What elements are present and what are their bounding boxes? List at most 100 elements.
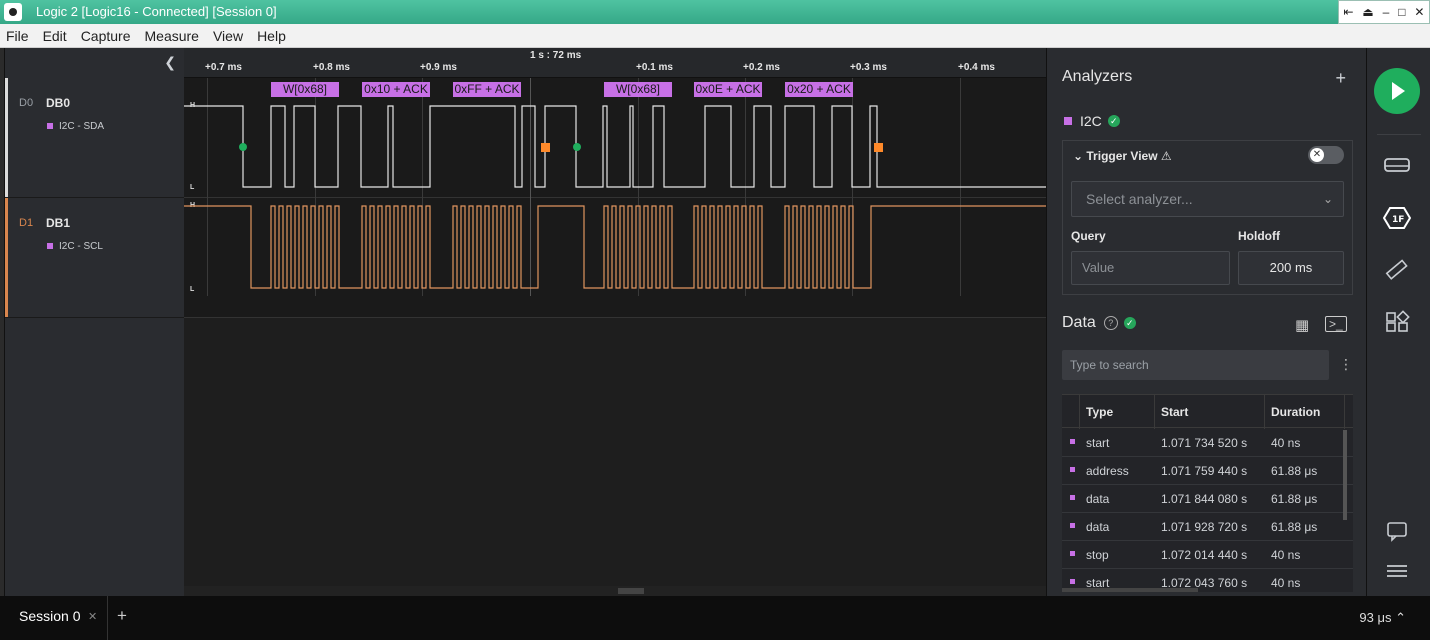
decoded-label[interactable]: 0x20 + ACK	[785, 82, 853, 97]
waveform-scrollbar[interactable]	[184, 586, 1046, 596]
analyzer-name: I2C	[1080, 113, 1102, 129]
cell-start: 1.071 734 520 s	[1161, 436, 1248, 450]
decoded-label[interactable]: W[0x68]	[604, 82, 672, 97]
time-ruler[interactable]: 1 s : 72 ms +0.7 ms +0.8 ms +0.9 ms +0.1…	[184, 48, 1046, 78]
start-capture-button[interactable]	[1374, 68, 1420, 114]
channel-name[interactable]: DB1	[46, 216, 70, 230]
data-search-input[interactable]: Type to search	[1062, 350, 1329, 380]
scl-trace	[184, 205, 1046, 289]
column-divider	[1154, 395, 1155, 429]
add-session-button[interactable]: +	[117, 606, 127, 626]
channel-analyzer: I2C - SCL	[47, 241, 103, 252]
table-row[interactable]: data 1.071 928 720 s 61.88 μs	[1062, 513, 1353, 541]
channel-name[interactable]: DB0	[46, 96, 70, 110]
decoded-label[interactable]: 0x10 + ACK	[362, 82, 430, 97]
extensions-icon[interactable]	[1383, 310, 1411, 334]
session-tab-label: Session 0	[19, 608, 81, 624]
cell-type: address	[1086, 464, 1129, 478]
collapse-panel-icon[interactable]: ❮	[164, 54, 176, 71]
column-type[interactable]: Type	[1086, 395, 1113, 429]
menu-capture[interactable]: Capture	[81, 28, 131, 44]
analyzer-select-placeholder: Select analyzer...	[1086, 191, 1193, 207]
waveform-view[interactable]: 1 s : 72 ms +0.7 ms +0.8 ms +0.9 ms +0.1…	[184, 48, 1046, 596]
query-input[interactable]: Value	[1071, 251, 1230, 285]
menu-view[interactable]: View	[213, 28, 243, 44]
terminal-view-icon[interactable]: >_	[1325, 316, 1347, 332]
table-row[interactable]: stop 1.072 014 440 s 40 ns	[1062, 541, 1353, 569]
trigger-view-title: Trigger View	[1086, 149, 1158, 163]
cell-type: start	[1086, 436, 1110, 450]
data-header: Data ? ✓	[1062, 314, 1136, 332]
decoded-label[interactable]: W[0x68]	[271, 82, 339, 97]
holdoff-value: 200 ms	[1269, 260, 1313, 275]
measure-icon[interactable]	[1383, 258, 1411, 282]
feedback-icon[interactable]	[1383, 520, 1411, 544]
close-tab-icon[interactable]: ✕	[88, 610, 97, 623]
sidebar-divider	[1377, 134, 1421, 135]
start-marker	[573, 143, 581, 151]
menu-edit[interactable]: Edit	[43, 28, 67, 44]
column-duration[interactable]: Duration	[1271, 395, 1320, 429]
menu-bar: File Edit Capture Measure View Help	[0, 24, 1430, 48]
holdoff-label: Holdoff	[1238, 229, 1280, 243]
zoom-value: 93 μs	[1359, 610, 1392, 625]
table-horizontal-scrollbar[interactable]	[1062, 588, 1198, 592]
menu-measure[interactable]: Measure	[145, 28, 199, 44]
analyzer-item-i2c[interactable]: I2C ✓	[1064, 113, 1120, 129]
zoom-level[interactable]: 93 μs ⌃	[1359, 610, 1406, 626]
table-row[interactable]: start 1.071 734 520 s 40 ns	[1062, 429, 1353, 457]
column-divider	[1079, 395, 1080, 429]
session-tab[interactable]: Session 0 ✕	[0, 596, 108, 640]
data-table[interactable]: Type Start Duration start 1.071 734 520 s…	[1062, 394, 1353, 592]
minimize-icon[interactable]: –	[1383, 5, 1390, 19]
column-divider	[1264, 395, 1265, 429]
scroll-thumb[interactable]	[618, 588, 644, 594]
query-placeholder: Value	[1082, 260, 1115, 275]
trigger-view-toggle[interactable]: ✕	[1308, 146, 1344, 164]
table-row[interactable]: data 1.071 844 080 s 61.88 μs	[1062, 485, 1353, 513]
menu-help[interactable]: Help	[257, 28, 286, 44]
column-start[interactable]: Start	[1161, 395, 1188, 429]
analyzers-title: Analyzers	[1062, 68, 1133, 85]
data-title: Data	[1062, 314, 1096, 331]
menu-file[interactable]: File	[6, 28, 29, 44]
holdoff-input[interactable]: 200 ms	[1238, 251, 1344, 285]
row-color-icon	[1070, 495, 1075, 500]
ruler-tick: +0.4 ms	[958, 62, 995, 73]
shade-icon[interactable]: ⏏	[1362, 5, 1373, 19]
channel-analyzer-label: I2C - SCL	[59, 241, 103, 252]
more-options-icon[interactable]: ⋮	[1339, 356, 1353, 373]
analyzer-color-icon	[1064, 117, 1072, 125]
table-view-icon[interactable]: ▦	[1295, 316, 1309, 334]
row-color-icon	[1070, 551, 1075, 556]
warning-icon: ⚠	[1160, 149, 1172, 163]
row-color-icon	[1070, 439, 1075, 444]
chevron-down-icon: ⌄	[1322, 192, 1333, 206]
cell-type: data	[1086, 520, 1110, 534]
maximize-icon[interactable]: □	[1398, 5, 1405, 19]
help-icon[interactable]: ?	[1103, 316, 1118, 330]
cell-start: 1.071 928 720 s	[1161, 520, 1248, 534]
table-vertical-scrollbar[interactable]	[1343, 430, 1347, 520]
channel-list: ❮ D0 DB0 I2C - SDA D1 DB1 I2C - SCL	[5, 48, 184, 596]
analyzer-select[interactable]: Select analyzer... ⌄	[1071, 181, 1344, 217]
close-icon[interactable]: ✕	[1414, 5, 1424, 19]
table-row[interactable]: address 1.071 759 440 s 61.88 μs	[1062, 457, 1353, 485]
channel-row-d1[interactable]: D1 DB1 I2C - SCL	[5, 198, 184, 318]
analyzer-color-icon	[47, 243, 53, 250]
channel-analyzer-label: I2C - SDA	[59, 121, 105, 132]
decoded-label[interactable]: 0x0E + ACK	[694, 82, 762, 97]
device-settings-icon[interactable]	[1383, 154, 1411, 178]
menu-icon[interactable]	[1383, 560, 1411, 584]
analyzers-icon[interactable]: 1F	[1382, 206, 1412, 230]
pin-icon[interactable]: ⇤	[1343, 5, 1353, 19]
decoded-label[interactable]: 0xFF + ACK	[453, 82, 521, 97]
trigger-view-box: ⌄ Trigger View ⚠ ✕ Select analyzer... ⌄ …	[1062, 140, 1353, 295]
channel-row-d0[interactable]: D0 DB0 I2C - SDA	[5, 78, 184, 198]
query-label: Query	[1071, 229, 1106, 243]
cell-duration: 61.88 μs	[1271, 492, 1318, 506]
toggle-off-icon: ✕	[1310, 148, 1324, 162]
add-analyzer-button[interactable]: +	[1335, 68, 1346, 89]
cell-start: 1.071 759 440 s	[1161, 464, 1248, 478]
trigger-view-header[interactable]: ⌄ Trigger View ⚠	[1073, 149, 1172, 163]
